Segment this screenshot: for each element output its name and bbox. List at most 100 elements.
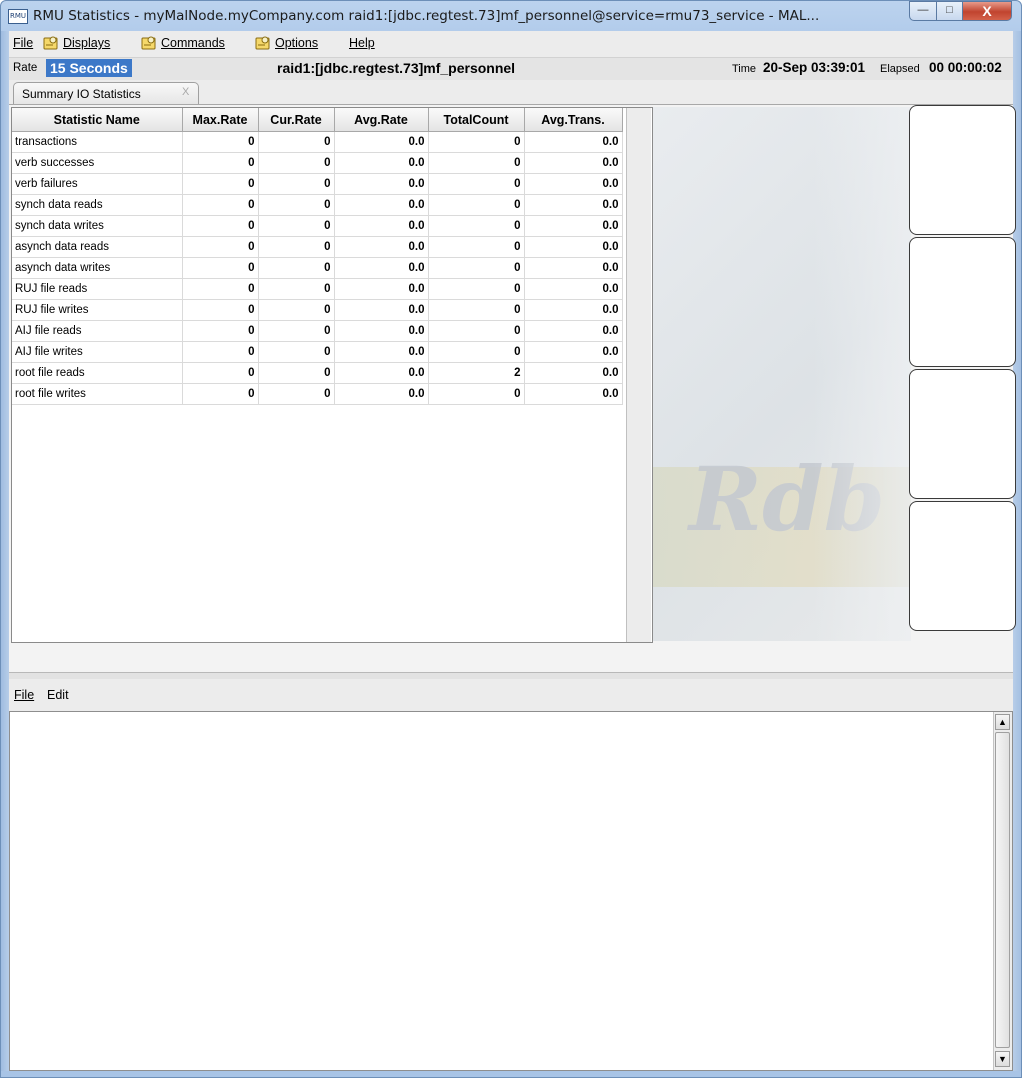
rate-value[interactable]: 15 Seconds	[46, 59, 132, 77]
table-row[interactable]: asynch data reads 0 0 0.0 0 0.0	[12, 236, 623, 258]
table-row[interactable]: synch data writes 0 0 0.0 0 0.0	[12, 215, 623, 237]
table-cell: 0.0	[334, 299, 429, 321]
table-cell: 0.0	[524, 299, 623, 321]
title-bar[interactable]: RMU RMU Statistics - myMalNode.myCompany…	[1, 1, 1021, 31]
table-cell: transactions	[12, 131, 183, 153]
table-row[interactable]: root file writes 0 0 0.0 0 0.0	[12, 383, 623, 405]
graph-panel-4[interactable]	[909, 501, 1016, 631]
window-title: RMU Statistics - myMalNode.myCompany.com…	[33, 8, 820, 24]
graph-panel-1[interactable]	[909, 105, 1016, 235]
table-cell: 0	[182, 236, 259, 258]
tab-summary-io-statistics[interactable]: Summary IO Statistics X	[13, 82, 199, 104]
table-row[interactable]: verb failures 0 0 0.0 0 0.0	[12, 173, 623, 195]
table-cell: 0	[258, 320, 335, 342]
table-cell: root file writes	[12, 383, 183, 405]
table-row[interactable]: AIJ file reads 0 0 0.0 0 0.0	[12, 320, 623, 342]
table-cell: 0.0	[524, 152, 623, 174]
table-cell: 0	[428, 257, 525, 279]
table-cell: 0	[182, 152, 259, 174]
scroll-down-arrow-icon[interactable]: ▼	[995, 1051, 1010, 1067]
log-menu-file-label: File	[14, 688, 35, 702]
column-header[interactable]: Avg.Trans.	[524, 108, 623, 132]
log-text-area[interactable]: ▲ ▼	[9, 711, 1013, 1071]
menu-help[interactable]: Help	[349, 36, 375, 50]
table-cell: 0.0	[524, 257, 623, 279]
tab-label: Summary IO Statistics	[22, 87, 141, 101]
table-cell: 0.0	[524, 383, 623, 405]
elapsed-value: 00 00:00:02	[929, 60, 1002, 75]
menu-options-label: Options	[275, 36, 319, 50]
table-cell: 0.0	[524, 215, 623, 237]
java-cup-icon	[141, 36, 157, 50]
window-frame-bottom	[1, 1071, 1021, 1077]
column-header[interactable]: Cur.Rate	[258, 108, 335, 132]
menu-displays[interactable]: Displays	[43, 36, 110, 50]
table-row[interactable]: RUJ file reads 0 0 0.0 0 0.0	[12, 278, 623, 300]
tab-panel: Statistic Name Max.Rate Cur.Rate Avg.Rat…	[9, 104, 1016, 673]
table-row[interactable]: AIJ file writes 0 0 0.0 0 0.0	[12, 341, 623, 363]
table-row[interactable]: verb successes 0 0 0.0 0 0.0	[12, 152, 623, 174]
table-cell: 0.0	[334, 152, 429, 174]
table-cell: 0	[258, 194, 335, 216]
table-cell: 0	[428, 131, 525, 153]
table-cell: 0.0	[524, 194, 623, 216]
column-header[interactable]: Statistic Name	[12, 108, 183, 132]
table-cell: 0	[428, 299, 525, 321]
maximize-button[interactable]: □	[936, 1, 963, 21]
table-cell: 0	[428, 173, 525, 195]
table-cell: 0.0	[334, 257, 429, 279]
table-cell: 0	[258, 131, 335, 153]
table-cell: 0.0	[334, 131, 429, 153]
graph-panel-3[interactable]	[909, 369, 1016, 499]
table-row[interactable]: asynch data writes 0 0 0.0 0 0.0	[12, 257, 623, 279]
menu-commands[interactable]: Commands	[141, 36, 225, 50]
rmu-app-icon[interactable]: RMU	[8, 9, 28, 24]
scroll-up-arrow-icon[interactable]: ▲	[995, 714, 1010, 730]
close-button[interactable]: X	[962, 1, 1012, 21]
column-header[interactable]: TotalCount	[428, 108, 525, 132]
table-cell: RUJ file writes	[12, 299, 183, 321]
column-header[interactable]: Avg.Rate	[334, 108, 429, 132]
table-cell: 0	[182, 299, 259, 321]
table-cell: 0	[182, 194, 259, 216]
table-cell: 0	[258, 299, 335, 321]
tab-close-icon[interactable]: X	[182, 86, 189, 98]
tab-strip: Summary IO Statistics X	[9, 80, 1013, 104]
table-cell: 0.0	[524, 236, 623, 258]
log-menu-edit-label: Edit	[47, 688, 69, 702]
column-header[interactable]: Max.Rate	[182, 108, 259, 132]
minimize-button[interactable]: —	[909, 1, 937, 21]
elapsed-label: Elapsed	[880, 63, 920, 75]
table-cell: AIJ file reads	[12, 320, 183, 342]
log-menu-edit[interactable]: Edit	[47, 688, 69, 702]
scrollbar-thumb[interactable]	[995, 732, 1010, 1048]
client-area: File Displays Commands Options Help Rate…	[9, 31, 1016, 1071]
table-cell: 0	[258, 173, 335, 195]
table-cell: 0	[428, 152, 525, 174]
app-window: RMU RMU Statistics - myMalNode.myCompany…	[0, 0, 1022, 1078]
table-cell: 0	[428, 278, 525, 300]
table-cell: 0.0	[524, 341, 623, 363]
table-row[interactable]: synch data reads 0 0 0.0 0 0.0	[12, 194, 623, 216]
time-value: 20-Sep 03:39:01	[763, 60, 866, 75]
statistics-table-container: Statistic Name Max.Rate Cur.Rate Avg.Rat…	[11, 107, 653, 643]
table-cell: 0	[428, 236, 525, 258]
table-cell: 0	[182, 215, 259, 237]
menu-commands-label: Commands	[161, 36, 225, 50]
menu-help-label: Help	[349, 36, 375, 50]
table-row[interactable]: transactions 0 0 0.0 0 0.0	[12, 131, 623, 153]
graph-panel-2[interactable]	[909, 237, 1016, 367]
table-cell: 0	[428, 215, 525, 237]
log-menubar: File Edit	[9, 679, 1013, 711]
table-cell: 0	[182, 173, 259, 195]
menu-file[interactable]: File	[13, 36, 33, 50]
table-cell: RUJ file reads	[12, 278, 183, 300]
vertical-scrollbar[interactable]: ▲ ▼	[993, 712, 1012, 1070]
background-highlight	[813, 107, 911, 641]
table-cell: 0.0	[334, 341, 429, 363]
menu-options[interactable]: Options	[255, 36, 318, 50]
table-row[interactable]: RUJ file writes 0 0 0.0 0 0.0	[12, 299, 623, 321]
log-menu-file[interactable]: File	[14, 688, 34, 702]
table-row[interactable]: root file reads 0 0 0.0 2 0.0	[12, 362, 623, 384]
table-cell: 0	[182, 257, 259, 279]
